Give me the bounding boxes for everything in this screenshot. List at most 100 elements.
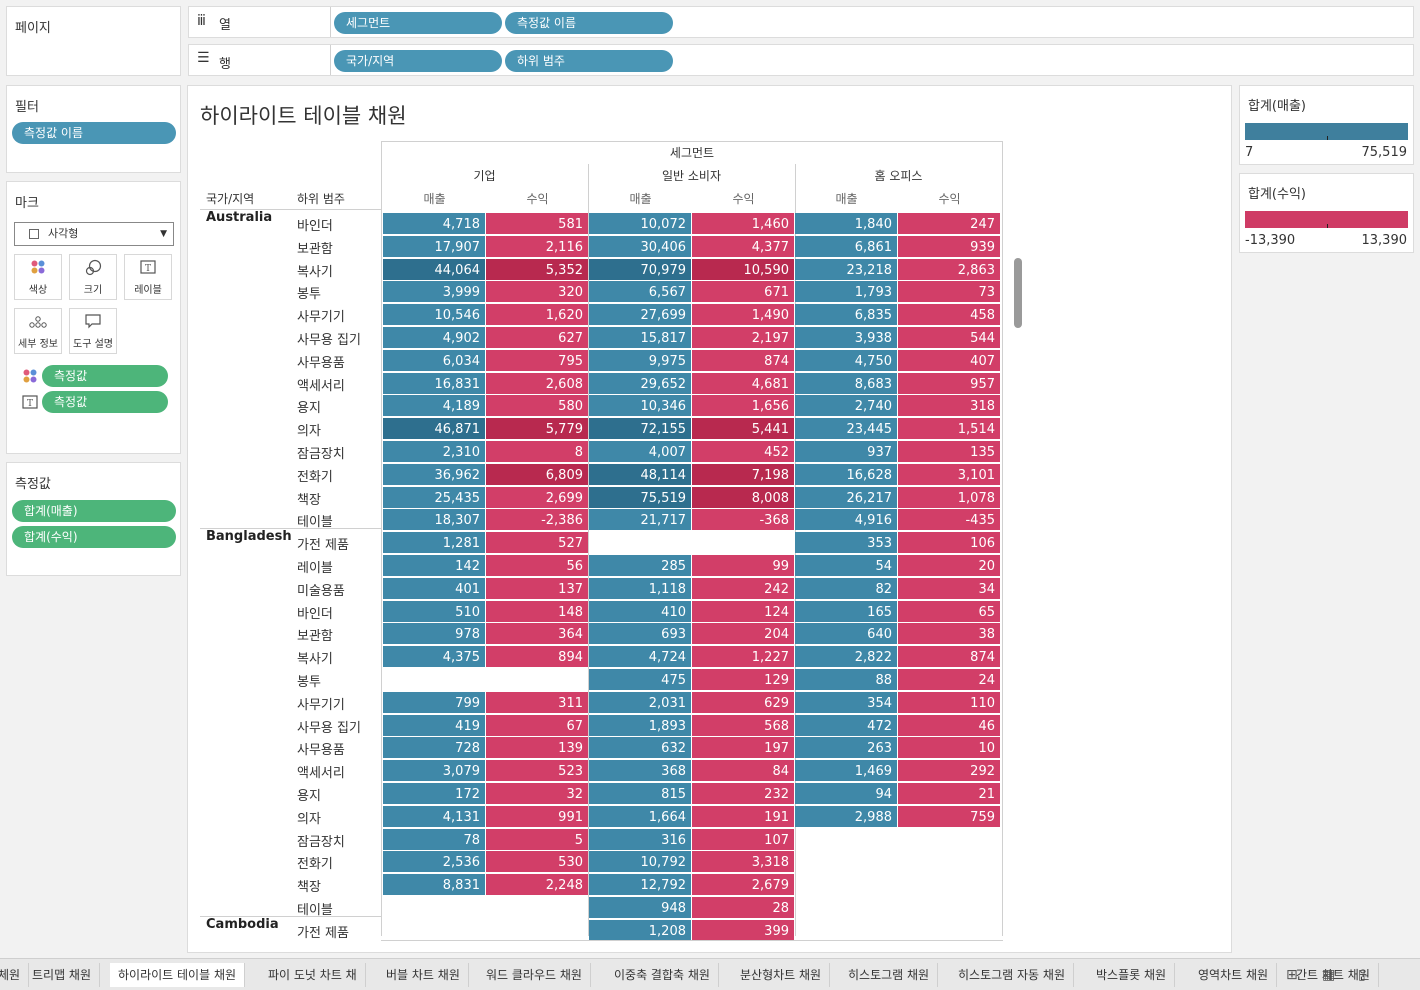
profit-cell[interactable]: 5,352	[486, 258, 588, 280]
sales-cell[interactable]: 142	[383, 555, 485, 576]
size-button[interactable]: 크기	[69, 254, 117, 300]
sales-cell[interactable]: 285	[589, 555, 691, 576]
profit-cell[interactable]: 7,198	[692, 463, 794, 485]
sales-cell[interactable]: 4,131	[383, 805, 485, 827]
sales-cell[interactable]: 263	[795, 737, 897, 759]
profit-cell[interactable]: 65	[898, 600, 1000, 622]
sales-cell[interactable]: 4,724	[589, 646, 691, 668]
profit-cell[interactable]: 135	[898, 441, 1000, 462]
sales-cell[interactable]: 799	[383, 691, 485, 713]
profit-cell[interactable]: 148	[486, 600, 588, 622]
sales-cell[interactable]: 1,281	[383, 532, 485, 554]
sales-cell[interactable]: 26,217	[795, 486, 897, 508]
filter-pill-measure-names[interactable]: 측정값 이름	[12, 122, 176, 144]
sales-cell[interactable]: 16,628	[795, 463, 897, 485]
columns-pill-segment[interactable]: 세그먼트	[334, 12, 502, 34]
sales-cell[interactable]: 1,118	[589, 577, 691, 599]
profit-cell[interactable]: 139	[486, 737, 588, 759]
profit-cell[interactable]: 84	[692, 760, 794, 782]
sales-cell[interactable]: 23,218	[795, 258, 897, 280]
sales-cell[interactable]: 419	[383, 714, 485, 736]
sales-cell[interactable]: 316	[589, 828, 691, 850]
sales-cell[interactable]: 4,375	[383, 646, 485, 668]
detail-button[interactable]: 세부 정보	[14, 308, 62, 354]
sales-cell[interactable]: 2,822	[795, 646, 897, 668]
sales-cell[interactable]: 2,536	[383, 851, 485, 873]
sales-cell[interactable]: 75,519	[589, 486, 691, 508]
sales-cell[interactable]: 1,469	[795, 760, 897, 782]
profit-cell[interactable]: 20	[898, 555, 1000, 576]
profit-cell[interactable]: 8,008	[692, 486, 794, 508]
sales-cell[interactable]: 2,988	[795, 805, 897, 827]
profit-cell[interactable]: 523	[486, 760, 588, 782]
profit-cell[interactable]: 56	[486, 555, 588, 576]
profit-cell[interactable]: 3,101	[898, 463, 1000, 485]
profit-cell[interactable]: 894	[486, 646, 588, 668]
sales-cell[interactable]: 640	[795, 623, 897, 645]
sales-cell[interactable]: 937	[795, 441, 897, 462]
profit-cell[interactable]: 580	[486, 395, 588, 417]
profit-cell[interactable]: 1,620	[486, 304, 588, 326]
sales-cell[interactable]: 1,893	[589, 714, 691, 736]
profit-cell[interactable]: 407	[898, 349, 1000, 371]
mark-type-dropdown[interactable]: 사각형 ▼	[14, 222, 174, 246]
profit-cell[interactable]: -2,386	[486, 509, 588, 531]
profit-cell[interactable]: 364	[486, 623, 588, 645]
sales-cell[interactable]: 36,962	[383, 463, 485, 485]
profit-cell[interactable]: 311	[486, 691, 588, 713]
sales-cell[interactable]: 8,831	[383, 874, 485, 896]
sales-cell[interactable]: 54	[795, 555, 897, 576]
sales-cell[interactable]: 94	[795, 783, 897, 804]
sales-cell[interactable]: 23,445	[795, 418, 897, 440]
marks-pill-label-measure-values[interactable]: 측정값	[42, 391, 168, 413]
sales-cell[interactable]: 46,871	[383, 418, 485, 440]
profit-cell[interactable]: 568	[692, 714, 794, 736]
sales-cell[interactable]: 368	[589, 760, 691, 782]
sales-cell[interactable]: 401	[383, 577, 485, 599]
sales-cell[interactable]: 27,699	[589, 304, 691, 326]
sales-cell[interactable]: 12,792	[589, 874, 691, 896]
profit-cell[interactable]: 1,460	[692, 213, 794, 234]
profit-cell[interactable]: 957	[898, 372, 1000, 394]
columns-shelf[interactable]: ⅲ 열 세그먼트 측정값 이름	[188, 6, 1414, 38]
profit-cell[interactable]: 28	[692, 897, 794, 918]
columns-pill-measure-names[interactable]: 측정값 이름	[505, 12, 673, 34]
profit-cell[interactable]: 527	[486, 532, 588, 554]
sales-cell[interactable]: 948	[589, 897, 691, 918]
sales-cell[interactable]: 978	[383, 623, 485, 645]
profit-cell[interactable]: 242	[692, 577, 794, 599]
sales-cell[interactable]: 82	[795, 577, 897, 599]
sales-cell[interactable]: 4,916	[795, 509, 897, 531]
profit-cell[interactable]: 991	[486, 805, 588, 827]
sales-cell[interactable]: 4,902	[383, 327, 485, 348]
sales-cell[interactable]: 29,652	[589, 372, 691, 394]
profit-cell[interactable]: 292	[898, 760, 1000, 782]
profit-cell[interactable]: 34	[898, 577, 1000, 599]
sheet-tab[interactable]: 분산형차트 채원	[732, 963, 831, 987]
sheet-tab[interactable]: 영역차트 채원	[1190, 963, 1278, 987]
sales-cell[interactable]: 10,546	[383, 304, 485, 326]
sales-cell[interactable]: 815	[589, 783, 691, 804]
sales-cell[interactable]: 1,840	[795, 213, 897, 234]
profit-cell[interactable]: 3,318	[692, 851, 794, 873]
sales-cell[interactable]: 72,155	[589, 418, 691, 440]
sales-cell[interactable]: 16,831	[383, 372, 485, 394]
profit-cell[interactable]: 24	[898, 669, 1000, 690]
sales-cell[interactable]: 728	[383, 737, 485, 759]
sales-cell[interactable]: 172	[383, 783, 485, 804]
profit-cell[interactable]: 759	[898, 805, 1000, 827]
profit-cell[interactable]: 5	[486, 828, 588, 850]
profit-cell[interactable]: 107	[692, 828, 794, 850]
sales-cell[interactable]: 3,079	[383, 760, 485, 782]
sales-cell[interactable]: 4,007	[589, 441, 691, 462]
rows-pill-subcategory[interactable]: 하위 범주	[505, 50, 673, 72]
sales-cell[interactable]: 9,975	[589, 349, 691, 371]
sales-cell[interactable]: 2,310	[383, 441, 485, 462]
sheet-tab[interactable]: 하이라이트 테이블 채원	[110, 963, 246, 987]
sales-cell[interactable]: 70,979	[589, 258, 691, 280]
sales-cell[interactable]: 1,664	[589, 805, 691, 827]
profit-cell[interactable]: 1,656	[692, 395, 794, 417]
profit-cell[interactable]: 530	[486, 851, 588, 873]
profit-cell[interactable]: 1,227	[692, 646, 794, 668]
profit-cell[interactable]: 2,863	[898, 258, 1000, 280]
